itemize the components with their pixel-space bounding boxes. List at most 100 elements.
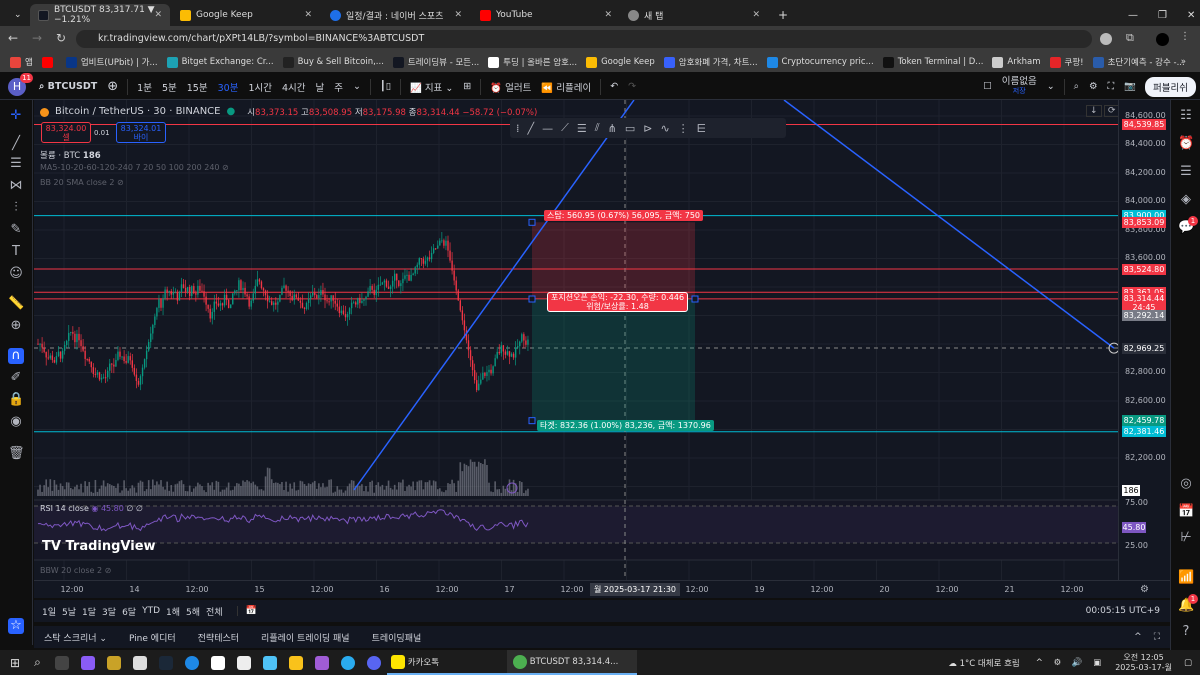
- bottom-tab[interactable]: 스탁 스크리너 ⌄: [44, 631, 107, 644]
- parallel-channel-icon[interactable]: ☰: [577, 122, 587, 135]
- layouts-icon[interactable]: ⊞: [458, 81, 476, 92]
- file-explorer-icon[interactable]: [288, 655, 303, 670]
- close-window-icon[interactable]: ✕: [1187, 10, 1195, 21]
- long-position-icon[interactable]: ⊳: [643, 122, 652, 135]
- forecast-icon[interactable]: ⫶: [8, 200, 24, 216]
- extended-line-icon[interactable]: ⟋: [561, 121, 569, 135]
- close-icon[interactable]: ✕: [154, 10, 162, 20]
- bookmark-item[interactable]: [41, 56, 57, 68]
- new-tab-button[interactable]: +: [770, 4, 796, 26]
- object-tree-icon[interactable]: ☰: [1178, 164, 1194, 180]
- fib-retracement-icon[interactable]: ⋿: [697, 122, 707, 135]
- bottom-tab[interactable]: 트레이딩패널: [372, 631, 422, 644]
- close-icon[interactable]: ✕: [604, 10, 612, 20]
- bookmark-item[interactable]: 앱: [10, 56, 33, 68]
- close-icon[interactable]: ✕: [304, 10, 312, 20]
- sell-button[interactable]: 83,324.00 셀: [41, 122, 91, 143]
- task-view-icon[interactable]: [54, 655, 69, 670]
- tab-new-tab[interactable]: 새 탭 ✕: [620, 4, 768, 26]
- clock[interactable]: 오전 12:05 2025-03-17-월: [1115, 653, 1172, 673]
- ruler-icon[interactable]: 📏: [8, 296, 24, 312]
- interval-1분[interactable]: 1분: [132, 80, 157, 94]
- range-전체[interactable]: 전체: [206, 605, 223, 618]
- opgg-icon[interactable]: [314, 655, 329, 670]
- bookmark-item[interactable]: 초단기예측 - 강수 -...: [1092, 56, 1185, 68]
- range-YTD[interactable]: YTD: [142, 606, 160, 616]
- fib-icon[interactable]: ☰: [8, 156, 24, 172]
- brush-icon[interactable]: ✎: [8, 222, 24, 238]
- tab-youtube[interactable]: YouTube ✕: [472, 4, 620, 26]
- gann-icon[interactable]: ⋮: [678, 122, 689, 135]
- range-1일[interactable]: 1일: [42, 605, 56, 618]
- crosshair-icon[interactable]: ✛: [8, 108, 24, 124]
- system-tray-icons[interactable]: ^ ⚙ 🔊 ▣: [1036, 658, 1105, 668]
- lock-icon[interactable]: 🔒: [8, 392, 24, 408]
- pattern-icon[interactable]: ⋈: [8, 178, 24, 194]
- tab-search-button[interactable]: ⌄: [6, 4, 26, 26]
- range-5날[interactable]: 5날: [62, 605, 76, 618]
- price-axis[interactable]: 84,600.00 84,400.00 84,200.00 84,000.00 83,8…: [1118, 100, 1170, 598]
- help-icon[interactable]: ?: [1178, 624, 1194, 640]
- tab-google-keep[interactable]: Google Keep ✕: [172, 4, 320, 26]
- time-axis-settings-icon[interactable]: ⚙: [1140, 584, 1149, 595]
- dom-icon[interactable]: ◎: [1178, 476, 1194, 492]
- chat-icon[interactable]: 💬 1: [1178, 216, 1198, 236]
- symbol-search[interactable]: ⌕ BTCUSDT: [34, 81, 102, 92]
- bookmark-item[interactable]: 트레이딩뷰 - 모든...: [392, 56, 479, 68]
- collapse-panel-icon[interactable]: ^: [1134, 632, 1142, 642]
- candle-type-icon[interactable]: ┃▯: [375, 81, 396, 92]
- telegram-icon[interactable]: [340, 655, 355, 670]
- bookmark-item[interactable]: 쿠팡!: [1049, 56, 1084, 68]
- interval-30분[interactable]: 30분: [213, 80, 244, 94]
- steam-icon[interactable]: [158, 655, 173, 670]
- settings-icon[interactable]: ⚙: [1084, 81, 1103, 92]
- alarm-icon[interactable]: ⏰: [1178, 136, 1194, 152]
- signal-icon[interactable]: 📶: [1178, 570, 1194, 586]
- bookmark-item[interactable]: Arkham: [992, 56, 1041, 68]
- trendline-icon[interactable]: ╱: [528, 122, 535, 135]
- interval-1시간[interactable]: 1시간: [243, 80, 277, 94]
- bottom-tab[interactable]: Pine 에디터: [129, 631, 176, 644]
- layout-name-button[interactable]: 이름없음 저장: [997, 77, 1042, 96]
- url-input[interactable]: kr.tradingview.com/chart/pXPt14LB/?symbo…: [76, 30, 1092, 48]
- tab-btcusdt[interactable]: BTCUSDT 83,317.71 ▼ −1.21% ✕: [30, 4, 170, 26]
- undo-icon[interactable]: ↶: [605, 81, 623, 92]
- menu-icon[interactable]: ⋮: [1180, 31, 1190, 42]
- bbw-legend[interactable]: BBW 20 close 2 ⊘: [40, 566, 111, 575]
- fullscreen-icon[interactable]: ⛶: [1103, 81, 1120, 92]
- notifications-icon[interactable]: 🔔 1: [1178, 594, 1198, 614]
- bookmark-item[interactable]: Bitget Exchange: Cr...: [166, 56, 274, 68]
- taskbar-chrome[interactable]: BTCUSDT 83,314.4...: [506, 650, 637, 675]
- app-icon[interactable]: [106, 655, 121, 670]
- range-5해[interactable]: 5해: [186, 605, 200, 618]
- watchlist-star-icon[interactable]: ☆: [8, 618, 24, 634]
- weather-widget[interactable]: ☁ 1°C 대체로 흐림: [948, 657, 1019, 669]
- calendar-icon[interactable]: 📅: [1178, 504, 1194, 520]
- interval-dropdown[interactable]: ⌄: [348, 81, 366, 92]
- redo-icon[interactable]: ↷: [623, 81, 641, 92]
- time-axis[interactable]: 월 2025-03-17 21:30 ⚙ 12:00 14 12:00 15 12:00…: [34, 580, 1170, 598]
- range-3달[interactable]: 3달: [102, 605, 116, 618]
- bookmark-item[interactable]: Google Keep: [586, 56, 655, 68]
- replay-button[interactable]: ⏪ 리플레이: [536, 80, 596, 94]
- bottom-tab[interactable]: 전략테스터: [198, 631, 239, 644]
- utc-clock[interactable]: 00:05:15 UTC+9: [1086, 606, 1160, 616]
- trash-icon[interactable]: 🗑: [8, 446, 25, 462]
- reload-icon[interactable]: ↻: [56, 31, 66, 45]
- taskbar-kakaotalk[interactable]: 카카오톡: [386, 650, 507, 675]
- interval-주[interactable]: 주: [329, 80, 348, 94]
- range-6달[interactable]: 6달: [122, 605, 136, 618]
- fib-channel-icon[interactable]: ⫽: [595, 121, 600, 135]
- interval-4시간[interactable]: 4시간: [277, 80, 311, 94]
- bookmark-item[interactable]: Token Terminal | D...: [882, 56, 983, 68]
- interval-5분[interactable]: 5분: [157, 80, 182, 94]
- bookmark-item[interactable]: Cryptocurrency pric...: [766, 56, 874, 68]
- search-icon[interactable]: ⌕: [34, 655, 41, 670]
- layers-icon[interactable]: ◈: [1178, 192, 1194, 208]
- profile-icon[interactable]: [1100, 33, 1112, 45]
- trendline-icon[interactable]: ╱: [8, 136, 24, 152]
- path-icon[interactable]: ∿: [660, 122, 669, 135]
- pitchfork-icon[interactable]: ⋔: [608, 122, 617, 135]
- range-1해[interactable]: 1해: [166, 605, 180, 618]
- notion-icon[interactable]: [210, 655, 225, 670]
